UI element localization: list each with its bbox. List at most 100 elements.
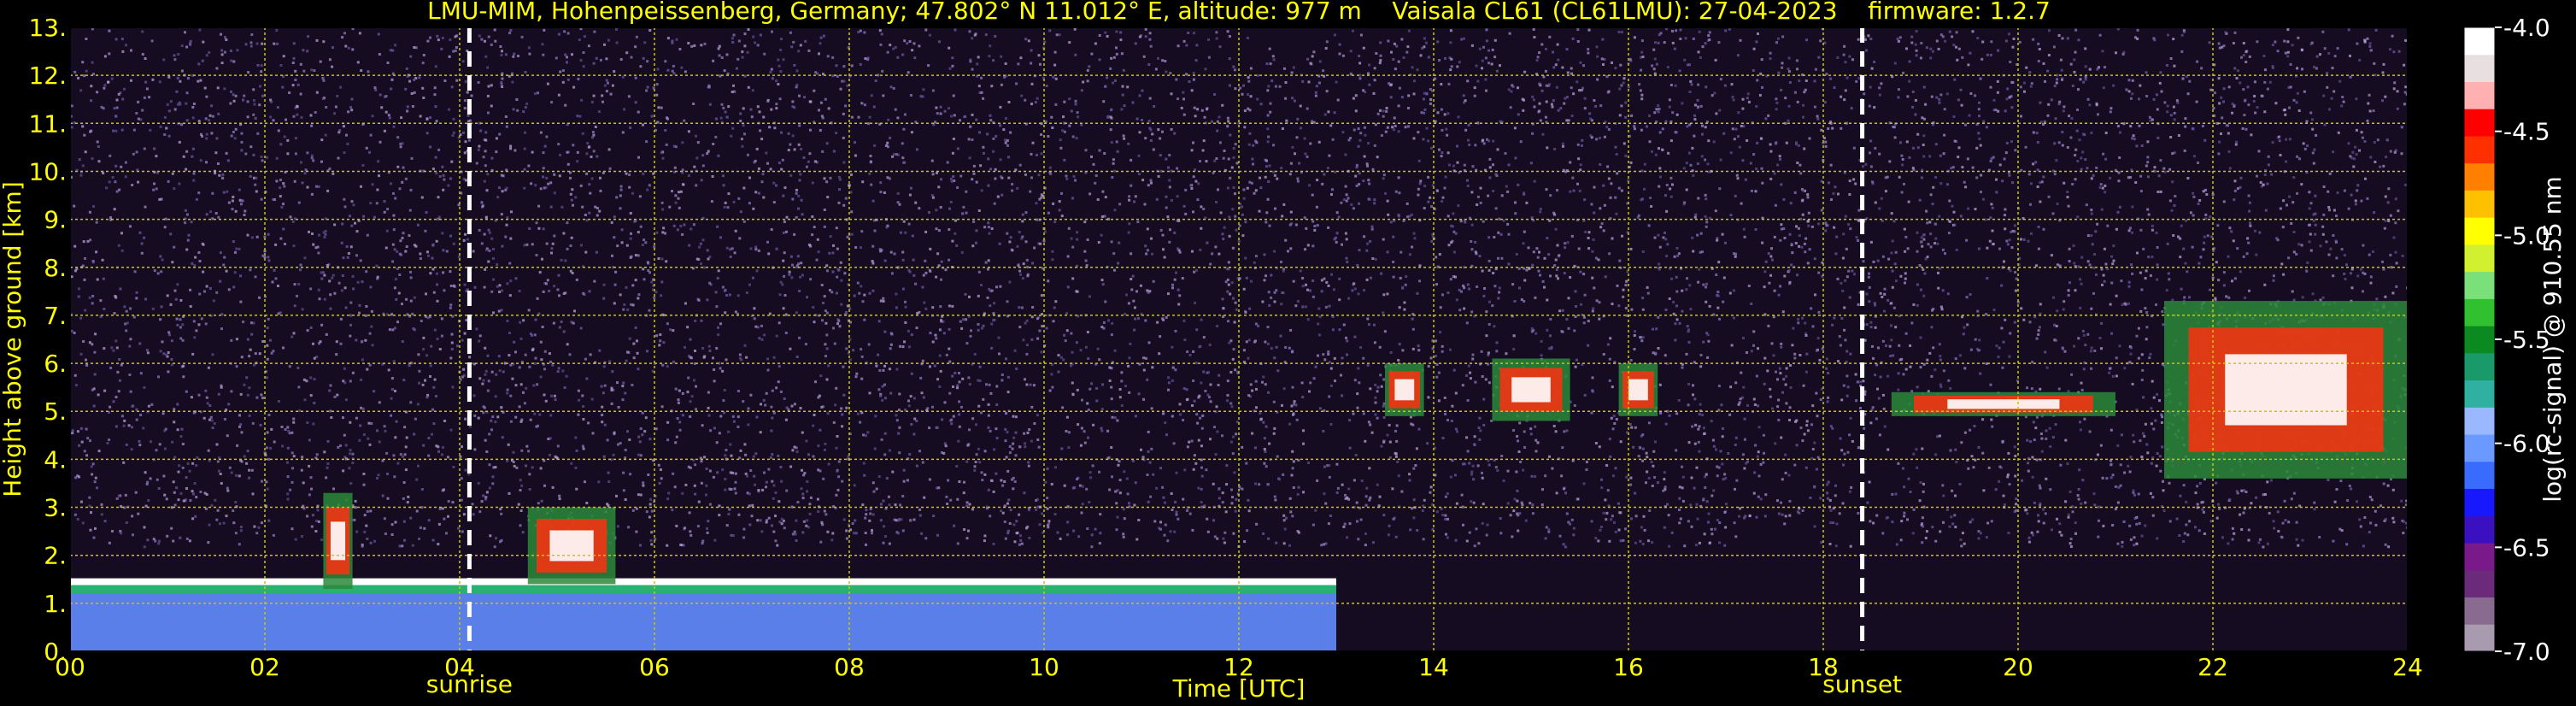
noise-speck bbox=[1614, 531, 1617, 533]
noise-speck bbox=[584, 357, 587, 361]
noise-speck bbox=[1705, 500, 1709, 503]
noise-speck bbox=[2256, 106, 2259, 109]
noise-speck bbox=[1898, 175, 1901, 179]
noise-speck bbox=[461, 530, 464, 533]
noise-speck bbox=[1814, 293, 1816, 297]
noise-speck bbox=[1907, 477, 1910, 480]
noise-speck bbox=[1590, 203, 1593, 206]
noise-speck bbox=[782, 194, 785, 197]
noise-speck bbox=[777, 162, 781, 165]
noise-speck bbox=[813, 321, 816, 324]
noise-speck bbox=[1273, 250, 1276, 253]
noise-speck bbox=[1619, 511, 1622, 515]
noise-speck bbox=[1481, 476, 1484, 479]
noise-speck bbox=[715, 305, 719, 309]
noise-speck bbox=[2026, 512, 2029, 515]
noise-speck bbox=[1691, 425, 1694, 428]
noise-speck bbox=[2391, 488, 2395, 491]
noise-speck bbox=[2076, 109, 2079, 111]
noise-speck bbox=[1941, 484, 1945, 487]
noise-speck bbox=[258, 296, 261, 299]
noise-speck bbox=[1130, 288, 1134, 291]
noise-speck bbox=[1796, 274, 1799, 277]
noise-speck bbox=[777, 500, 781, 503]
noise-speck bbox=[159, 255, 162, 258]
noise-speck bbox=[203, 290, 206, 293]
noise-speck bbox=[1171, 283, 1174, 286]
noise-speck bbox=[1916, 132, 1920, 136]
noise-speck bbox=[774, 515, 777, 518]
noise-speck bbox=[1292, 486, 1295, 489]
noise-speck bbox=[2074, 289, 2077, 292]
noise-speck bbox=[450, 341, 454, 344]
noise-speck bbox=[874, 79, 877, 82]
noise-speck bbox=[788, 270, 791, 274]
noise-speck bbox=[1429, 196, 1432, 199]
noise-speck bbox=[2123, 471, 2127, 474]
noise-speck bbox=[215, 443, 219, 446]
noise-speck bbox=[912, 42, 916, 45]
noise-speck bbox=[2014, 271, 2017, 274]
noise-speck bbox=[1252, 162, 1254, 166]
noise-speck bbox=[743, 44, 747, 48]
noise-speck bbox=[2066, 191, 2069, 193]
noise-speck bbox=[429, 145, 432, 149]
noise-speck bbox=[147, 404, 150, 408]
noise-speck bbox=[548, 289, 551, 292]
noise-speck bbox=[634, 326, 637, 329]
noise-speck bbox=[636, 351, 639, 355]
noise-speck bbox=[1698, 30, 1701, 33]
noise-speck bbox=[2258, 231, 2262, 234]
noise-speck bbox=[2311, 118, 2314, 121]
noise-speck bbox=[1083, 441, 1087, 444]
noise-speck bbox=[1685, 162, 1688, 165]
noise-speck bbox=[205, 161, 208, 164]
noise-speck bbox=[392, 191, 395, 195]
noise-speck bbox=[1962, 332, 1965, 336]
noise-speck bbox=[159, 350, 162, 353]
noise-speck bbox=[1040, 350, 1043, 354]
noise-speck bbox=[2135, 144, 2139, 148]
noise-speck bbox=[217, 215, 220, 219]
noise-speck bbox=[1829, 509, 1833, 512]
noise-speck bbox=[283, 135, 286, 138]
noise-speck bbox=[323, 274, 326, 277]
noise-speck bbox=[306, 185, 309, 189]
noise-speck bbox=[2297, 109, 2301, 112]
noise-speck bbox=[678, 206, 681, 209]
noise-speck bbox=[1254, 446, 1257, 450]
noise-speck bbox=[1481, 269, 1484, 273]
noise-speck bbox=[1382, 109, 1385, 113]
noise-speck bbox=[488, 432, 491, 436]
noise-speck bbox=[1583, 107, 1587, 110]
noise-speck bbox=[2203, 235, 2206, 238]
noise-speck bbox=[1478, 416, 1482, 420]
noise-speck bbox=[1746, 139, 1749, 142]
noise-speck bbox=[1810, 423, 1813, 427]
noise-speck bbox=[464, 468, 467, 472]
noise-speck bbox=[678, 389, 681, 392]
noise-speck bbox=[703, 456, 706, 459]
noise-speck bbox=[171, 440, 174, 444]
noise-speck bbox=[967, 376, 971, 379]
noise-speck bbox=[1658, 268, 1661, 271]
noise-speck bbox=[898, 426, 901, 429]
noise-speck bbox=[1189, 184, 1193, 187]
noise-speck bbox=[425, 211, 428, 214]
noise-speck bbox=[762, 398, 766, 402]
noise-speck bbox=[120, 532, 123, 535]
noise-speck bbox=[361, 358, 364, 362]
noise-speck bbox=[1099, 513, 1102, 516]
noise-speck bbox=[1868, 300, 1871, 303]
noise-speck bbox=[1840, 449, 1844, 452]
noise-speck bbox=[1675, 290, 1679, 293]
noise-speck bbox=[1958, 483, 1962, 485]
noise-speck bbox=[484, 369, 488, 373]
noise-speck bbox=[1554, 227, 1558, 231]
noise-speck bbox=[201, 59, 204, 62]
noise-speck bbox=[1990, 520, 1993, 523]
noise-speck bbox=[1664, 309, 1668, 311]
noise-speck bbox=[1435, 375, 1439, 379]
noise-speck bbox=[1125, 477, 1129, 480]
noise-speck bbox=[593, 279, 596, 283]
